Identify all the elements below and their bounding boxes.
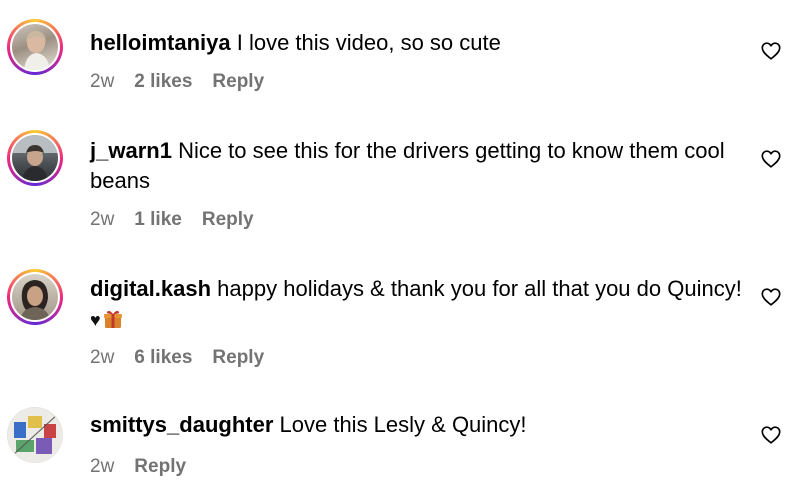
comment-meta: 2w Reply	[90, 456, 186, 478]
avatar-story-ring[interactable]	[7, 269, 63, 325]
comment-likes[interactable]: 6 likes	[134, 347, 192, 369]
heart-outline-icon[interactable]	[760, 286, 782, 308]
comment-timestamp[interactable]: 2w	[90, 209, 114, 231]
avatar-wrap[interactable]	[7, 407, 63, 463]
comment-text: j_warn1 Nice to see this for the drivers…	[90, 136, 750, 196]
avatar-image	[12, 135, 58, 181]
heart-outline-icon[interactable]	[760, 424, 782, 446]
comment-meta: 2w 6 likes Reply	[90, 347, 264, 369]
comment-username[interactable]: j_warn1	[90, 138, 172, 163]
avatar-image	[8, 408, 62, 462]
avatar-border	[10, 22, 60, 72]
comment-username[interactable]: digital.kash	[90, 276, 211, 301]
heart-outline-icon[interactable]	[760, 148, 782, 170]
comment-text: helloimtaniya I love this video, so so c…	[90, 28, 750, 58]
reply-button[interactable]: Reply	[202, 209, 254, 231]
avatar	[12, 274, 58, 320]
heart-outline-icon[interactable]	[760, 40, 782, 62]
avatar-story-ring[interactable]	[7, 19, 63, 75]
comment-body: happy holidays & thank you for all that …	[217, 276, 742, 301]
avatar-border	[10, 133, 60, 183]
comment-likes[interactable]: 1 like	[134, 209, 182, 231]
comment-timestamp[interactable]: 2w	[90, 456, 114, 478]
comment-body: Nice to see this for the drivers getting…	[90, 138, 725, 193]
comment-text: smittys_daughter Love this Lesly & Quinc…	[90, 410, 750, 440]
comment-body: I love this video, so so cute	[236, 30, 501, 55]
avatar	[12, 135, 58, 181]
comment-username[interactable]: helloimtaniya	[90, 30, 231, 55]
black-heart-emoji: ♥	[90, 310, 101, 330]
comment-meta: 2w 1 like Reply	[90, 209, 254, 231]
reply-button[interactable]: Reply	[212, 71, 264, 93]
avatar-image	[24, 30, 50, 70]
avatar-image	[20, 280, 50, 320]
avatar-border	[10, 272, 60, 322]
reply-button[interactable]: Reply	[134, 456, 186, 478]
comment-timestamp[interactable]: 2w	[90, 347, 114, 369]
reply-button[interactable]: Reply	[212, 347, 264, 369]
avatar-story-ring[interactable]	[7, 130, 63, 186]
avatar	[12, 24, 58, 70]
comment-body: Love this Lesly & Quincy!	[279, 412, 527, 437]
comment-username[interactable]: smittys_daughter	[90, 412, 273, 437]
comment-timestamp[interactable]: 2w	[90, 71, 114, 93]
comment-meta: 2w 2 likes Reply	[90, 71, 264, 93]
comment-likes[interactable]: 2 likes	[134, 71, 192, 93]
gift-icon	[103, 310, 122, 328]
avatar	[8, 408, 62, 462]
comment-text: digital.kash happy holidays & thank you …	[90, 274, 750, 335]
avatar-border	[8, 408, 62, 462]
